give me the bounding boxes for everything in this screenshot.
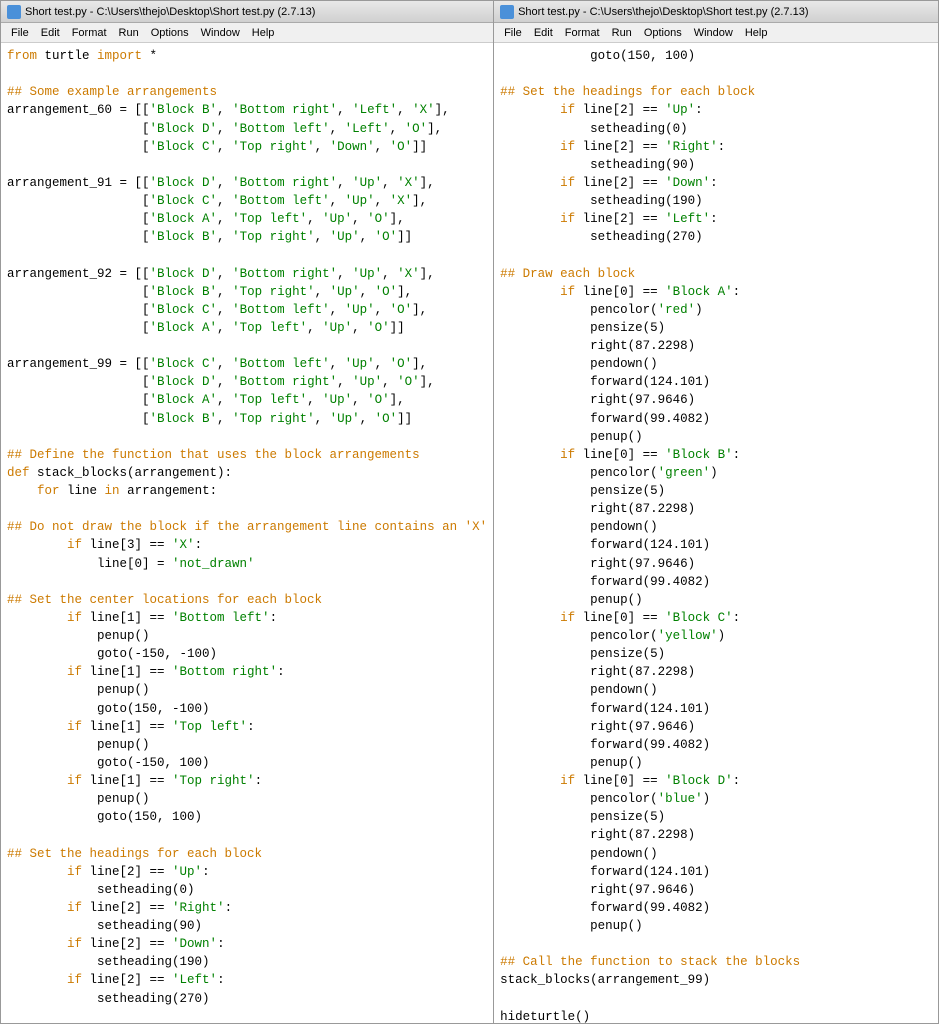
right-menu-format[interactable]: Format — [559, 26, 606, 40]
left-menu-bar: File Edit Format Run Options Window Help — [1, 23, 493, 43]
left-menu-run[interactable]: Run — [113, 26, 145, 40]
left-menu-help[interactable]: Help — [246, 26, 281, 40]
app-icon — [7, 5, 21, 19]
right-menu-options[interactable]: Options — [638, 26, 688, 40]
right-title-bar: Short test.py - C:\Users\thejo\Desktop\S… — [494, 1, 938, 23]
left-menu-file[interactable]: File — [5, 26, 35, 40]
right-menu-window[interactable]: Window — [688, 26, 739, 40]
right-title-text: Short test.py - C:\Users\thejo\Desktop\S… — [518, 6, 808, 18]
right-menu-file[interactable]: File — [498, 26, 528, 40]
left-menu-options[interactable]: Options — [145, 26, 195, 40]
left-window: Short test.py - C:\Users\thejo\Desktop\S… — [0, 0, 494, 1024]
left-menu-window[interactable]: Window — [195, 26, 246, 40]
app-container: Short test.py - C:\Users\thejo\Desktop\S… — [0, 0, 939, 1024]
right-menu-help[interactable]: Help — [739, 26, 774, 40]
left-menu-format[interactable]: Format — [66, 26, 113, 40]
right-code-area[interactable]: goto(150, 100) ## Set the headings for e… — [494, 43, 938, 1023]
left-title-bar: Short test.py - C:\Users\thejo\Desktop\S… — [1, 1, 493, 23]
left-code-area[interactable]: from turtle import * ## Some example arr… — [1, 43, 493, 1023]
left-title-text: Short test.py - C:\Users\thejo\Desktop\S… — [25, 6, 315, 18]
right-app-icon — [500, 5, 514, 19]
right-menu-bar: File Edit Format Run Options Window Help — [494, 23, 938, 43]
right-window: Short test.py - C:\Users\thejo\Desktop\S… — [494, 0, 939, 1024]
right-menu-run[interactable]: Run — [606, 26, 638, 40]
right-menu-edit[interactable]: Edit — [528, 26, 559, 40]
left-menu-edit[interactable]: Edit — [35, 26, 66, 40]
